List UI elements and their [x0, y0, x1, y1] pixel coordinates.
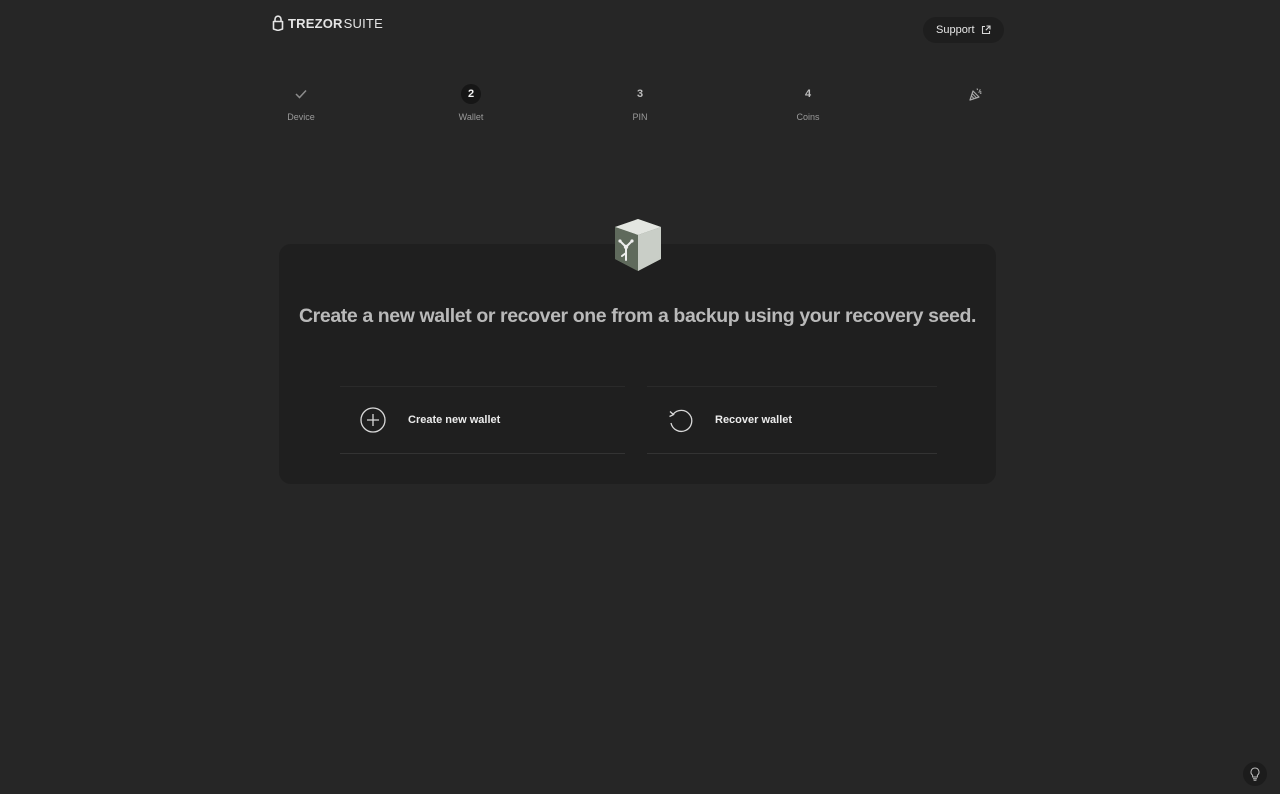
step-label-device: Device	[287, 112, 315, 122]
trezor-suite-logo: TREZOR SUITE	[272, 15, 383, 31]
external-link-icon	[981, 25, 991, 35]
support-label: Support	[936, 24, 975, 36]
recover-wallet-label: Recover wallet	[715, 414, 793, 426]
step-coins[interactable]: 4 Coins	[768, 84, 848, 122]
step-device[interactable]: Device	[261, 84, 341, 122]
vault-key-icon	[611, 216, 665, 274]
step-final[interactable]	[936, 84, 1016, 112]
lightbulb-icon	[1250, 767, 1260, 781]
step-label-wallet: Wallet	[458, 112, 484, 122]
step-label-pin: PIN	[632, 112, 648, 122]
plus-circle-icon	[360, 407, 386, 433]
onboarding-page: TREZOR SUITE Support Device 2 Wallet 3 P…	[0, 0, 1280, 794]
rotate-ccw-icon	[669, 409, 693, 433]
create-new-wallet-button[interactable]: Create new wallet	[340, 386, 625, 454]
step-check-icon	[291, 84, 311, 104]
support-button[interactable]: Support	[923, 17, 1004, 43]
step-wallet[interactable]: 2 Wallet	[431, 84, 511, 122]
step-number: 3	[636, 88, 644, 100]
logo-wordmark-light: SUITE	[343, 15, 383, 31]
page-headline: Create a new wallet or recover one from …	[299, 305, 976, 327]
logo-wordmark-bold: TREZOR	[288, 15, 343, 31]
step-pin[interactable]: 3 PIN	[600, 84, 680, 122]
step-number: 2	[461, 84, 481, 104]
create-new-wallet-label: Create new wallet	[408, 414, 501, 426]
step-number: 4	[804, 88, 812, 100]
recover-wallet-button[interactable]: Recover wallet	[647, 386, 937, 454]
trezor-lock-icon	[272, 15, 284, 31]
party-popper-icon	[966, 84, 986, 104]
tips-button[interactable]	[1243, 762, 1267, 786]
step-label-coins: Coins	[796, 112, 820, 122]
